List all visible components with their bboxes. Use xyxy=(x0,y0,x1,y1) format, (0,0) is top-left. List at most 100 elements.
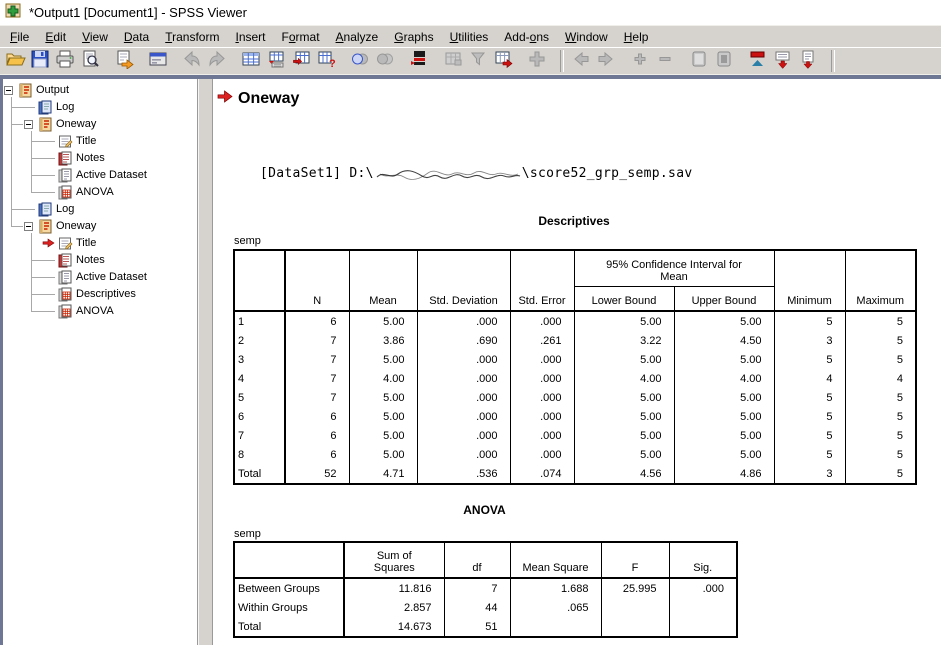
toolbar-use-sets-button[interactable] xyxy=(348,49,372,73)
cell xyxy=(601,598,669,617)
insert-title-icon xyxy=(773,49,793,74)
tree-item-label: ANOVA xyxy=(76,305,114,317)
toolbar-export-output-button[interactable] xyxy=(112,49,136,73)
goto-case-icon xyxy=(266,49,286,74)
toolbar-insert-text-button[interactable] xyxy=(796,49,820,73)
anova-title: ANOVA xyxy=(233,503,736,517)
menu-edit[interactable]: Edit xyxy=(37,28,74,46)
filter-icon xyxy=(468,49,488,74)
log-icon xyxy=(37,100,53,115)
main-area: OutputLogOnewayTitleNotesActive DatasetA… xyxy=(0,79,941,645)
cell: 7 xyxy=(444,578,510,598)
descriptives-pivot-table[interactable]: NMeanStd. DeviationStd. Error95% Confide… xyxy=(233,249,917,485)
cell: 51 xyxy=(444,617,510,637)
cell: 5 xyxy=(774,388,845,407)
column-header: F xyxy=(601,542,669,578)
cell: 4.56 xyxy=(574,464,674,484)
dataset-path: [DataSet1] D:\\score52_grp_semp.sav xyxy=(260,166,692,181)
column-header: Mean Square xyxy=(510,542,601,578)
notes-icon xyxy=(57,253,73,268)
menu-analyze[interactable]: Analyze xyxy=(328,28,387,46)
column-header: df xyxy=(444,542,510,578)
tree-item-label: Title xyxy=(76,135,96,147)
cell: 5.00 xyxy=(674,407,774,426)
cell: 5.00 xyxy=(674,350,774,369)
menu-window[interactable]: Window xyxy=(557,28,616,46)
cell: 5.00 xyxy=(574,311,674,331)
descriptives-row: Total524.71.536.0744.564.8635 xyxy=(234,464,916,484)
toolbar-open-button[interactable] xyxy=(3,49,27,73)
cell: 4 xyxy=(774,369,845,388)
column-header: Lower Bound xyxy=(574,287,674,312)
tree-item-output[interactable]: Output xyxy=(3,82,197,99)
row-label: 6 xyxy=(234,407,285,426)
toolbar-print-preview-button[interactable] xyxy=(78,49,102,73)
activate-selection-icon xyxy=(443,49,463,74)
menu-format[interactable]: Format xyxy=(274,28,328,46)
row-label: Total xyxy=(234,464,285,484)
toolbar-run-script-button[interactable] xyxy=(407,49,431,73)
row-label: 1 xyxy=(234,311,285,331)
goto-data-icon xyxy=(241,49,261,74)
menu-add-ons[interactable]: Add-ons xyxy=(496,28,557,46)
tree-guide xyxy=(11,107,35,109)
window-title: *Output1 [Document1] - SPSS Viewer xyxy=(29,5,247,20)
expander-minus-icon[interactable] xyxy=(4,86,13,95)
cell: 5 xyxy=(774,407,845,426)
toolbar-insert-heading-button[interactable] xyxy=(746,49,770,73)
table-icon xyxy=(57,185,73,200)
toolbar-show-button xyxy=(687,49,711,73)
cell: 5.00 xyxy=(574,407,674,426)
menu-help[interactable]: Help xyxy=(616,28,657,46)
toolbar-promote-button[interactable] xyxy=(569,49,593,73)
cell: .536 xyxy=(417,464,510,484)
toolbar-save-button[interactable] xyxy=(28,49,52,73)
cell: 5.00 xyxy=(349,407,417,426)
toolbar-variable-info-button[interactable]: ? xyxy=(314,49,338,73)
tree-item-label: Active Dataset xyxy=(76,169,147,181)
toolbar-print-button[interactable] xyxy=(53,49,77,73)
cell: 5 xyxy=(774,311,845,331)
cell xyxy=(601,617,669,637)
toolbar-goto-case-button[interactable] xyxy=(264,49,288,73)
anova-pivot-table[interactable]: Sum of SquaresdfMean SquareFSig.Between … xyxy=(233,541,738,638)
spss-viewer-window: *Output1 [Document1] - SPSS Viewer FileE… xyxy=(0,0,941,645)
cell: .690 xyxy=(417,331,510,350)
pane-splitter[interactable] xyxy=(198,79,213,645)
toolbar-demote-button[interactable] xyxy=(594,49,618,73)
menu-file[interactable]: File xyxy=(2,28,37,46)
toolbar-goto-data-button[interactable] xyxy=(239,49,263,73)
cell: 6 xyxy=(285,426,349,445)
dataset-path-prefix: [DataSet1] D:\ xyxy=(260,166,374,181)
toolbar-collapse-button[interactable] xyxy=(653,49,677,73)
toolbar-separator xyxy=(831,50,835,72)
menu-utilities[interactable]: Utilities xyxy=(442,28,497,46)
cell: 2.857 xyxy=(344,598,444,617)
tree-guide xyxy=(11,226,23,228)
toolbar-expand-button[interactable] xyxy=(628,49,652,73)
cell: 3 xyxy=(774,464,845,484)
menu-insert[interactable]: Insert xyxy=(227,28,273,46)
toolbar-insert-title-button[interactable] xyxy=(771,49,795,73)
descriptives-table-container: NMeanStd. DeviationStd. Error95% Confide… xyxy=(233,249,917,485)
title-icon xyxy=(57,134,73,149)
column-header: Sum of Squares xyxy=(344,542,444,578)
cell: 5 xyxy=(845,350,916,369)
descriptives-title: Descriptives xyxy=(233,214,915,228)
toolbar-variables-button[interactable] xyxy=(289,49,313,73)
cell: 3.22 xyxy=(574,331,674,350)
menu-graphs[interactable]: Graphs xyxy=(386,28,441,46)
column-header: Std. Error xyxy=(510,250,574,311)
cell: 5 xyxy=(845,407,916,426)
goto-output-item-icon xyxy=(493,49,513,74)
expander-minus-icon[interactable] xyxy=(24,222,33,231)
row-label: Total xyxy=(234,617,344,637)
tree-guide xyxy=(31,175,55,177)
expander-minus-icon[interactable] xyxy=(24,120,33,129)
menu-transform[interactable]: Transform xyxy=(157,28,227,46)
toolbar-goto-output-item-button[interactable] xyxy=(491,49,515,73)
menu-view[interactable]: View xyxy=(74,28,116,46)
cell: 5 xyxy=(774,350,845,369)
menu-data[interactable]: Data xyxy=(116,28,157,46)
toolbar-recall-dialog-button[interactable] xyxy=(146,49,170,73)
